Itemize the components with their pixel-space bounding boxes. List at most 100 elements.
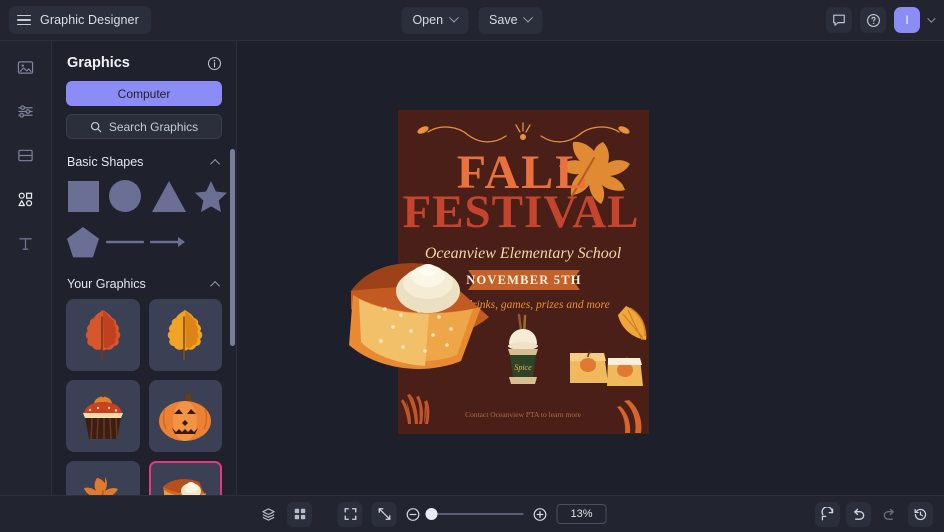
shape-circle[interactable]: [106, 177, 144, 215]
zoom-in-icon: [533, 507, 547, 521]
poster-footer: Contact Oceanview PTA to learn more: [465, 410, 581, 419]
maple-leaf-thumbnail: [83, 477, 118, 495]
search-graphics-label: Search Graphics: [108, 119, 199, 134]
save-menu-button[interactable]: Save: [478, 6, 543, 34]
fit-to-selection-icon: [378, 508, 390, 520]
top-center-menus: Open Save: [401, 6, 543, 34]
tool-rail: [0, 41, 52, 495]
rail-item-text[interactable]: [12, 229, 40, 257]
graphics-panel: Graphics Computer Search Graphics Basic …: [52, 41, 237, 495]
user-avatar[interactable]: I: [894, 7, 920, 33]
help-circle-icon: [866, 13, 880, 27]
shape-line[interactable]: [106, 223, 144, 261]
panel-header: Graphics: [52, 41, 236, 81]
undo-icon: [854, 508, 865, 520]
svg-text:Spice: Spice: [514, 363, 532, 372]
redo-icon: [883, 508, 894, 520]
history-controls: [815, 501, 933, 527]
open-menu-button[interactable]: Open: [401, 6, 469, 34]
image-icon: [17, 60, 34, 74]
undo-button[interactable]: [846, 501, 871, 527]
redo-button[interactable]: [877, 502, 902, 527]
zoom-out-button[interactable]: [406, 507, 421, 522]
pumpkin-cupcake-thumbnail: [82, 391, 123, 440]
dragged-pumpkin-pie-graphic[interactable]: [345, 251, 505, 386]
sliders-icon: [18, 104, 33, 118]
red-oak-leaf-thumbnail: [85, 310, 120, 360]
computer-source-button[interactable]: Computer: [66, 81, 222, 106]
zoom-slider[interactable]: [425, 508, 524, 520]
chevron-down-icon: [523, 12, 533, 23]
panel-scroll-region: Basic Shapes Your Graphics: [52, 151, 236, 495]
graphic-maple-leaf[interactable]: [66, 461, 140, 495]
graphic-gold-oak-leaf[interactable]: [148, 299, 222, 371]
pumpkin-pie-slice-thumbnail: [163, 479, 207, 495]
reset-icon: [821, 506, 834, 520]
top-bar: Graphic Designer Open Save I: [0, 0, 944, 41]
jack-o-lantern-thumbnail: [159, 393, 212, 441]
chevron-up-icon[interactable]: [210, 158, 221, 169]
shape-square[interactable]: [66, 177, 100, 215]
comment-icon: [833, 14, 845, 26]
rail-item-shapes[interactable]: [12, 185, 40, 213]
history-icon: [914, 508, 927, 520]
reset-button[interactable]: [815, 501, 840, 527]
shape-triangle[interactable]: [150, 177, 188, 215]
history-button[interactable]: [908, 501, 933, 527]
help-button[interactable]: [860, 7, 886, 33]
shape-star[interactable]: [194, 177, 228, 215]
save-label: Save: [489, 13, 518, 27]
shape-arrow[interactable]: [150, 223, 188, 261]
chevron-down-icon: [448, 12, 459, 23]
pages-button[interactable]: [287, 501, 312, 527]
pages-grid-icon: [294, 508, 305, 520]
dragged-pie-artwork: [349, 263, 489, 369]
zoom-in-button[interactable]: [533, 507, 548, 522]
info-icon[interactable]: [207, 56, 222, 71]
panel-title: Graphics: [67, 55, 130, 71]
search-graphics-button[interactable]: Search Graphics: [66, 114, 222, 139]
graphic-jack-o-lantern[interactable]: [148, 380, 222, 452]
app-root: Graphic Designer Open Save I Graphics Co…: [0, 0, 944, 532]
document-menu-chip[interactable]: Graphic Designer: [9, 6, 151, 34]
graphic-pumpkin-pie-slice[interactable]: [148, 461, 222, 495]
shapes-icon: [18, 192, 33, 206]
graphic-pumpkin-cupcake[interactable]: [66, 380, 140, 452]
document-title: Graphic Designer: [40, 13, 139, 27]
zoom-level-input[interactable]: 13%: [556, 504, 607, 524]
rail-item-image[interactable]: [12, 53, 40, 81]
layers-button[interactable]: [256, 502, 281, 527]
bottom-bar: 13%: [0, 495, 944, 532]
graphic-red-oak-leaf[interactable]: [66, 299, 140, 371]
top-right-actions: I: [826, 7, 936, 33]
section-your-graphics-title: Your Graphics: [67, 277, 146, 291]
section-your-graphics-header[interactable]: Your Graphics: [52, 273, 236, 299]
poster-title-line2: FESTIVAL: [402, 186, 639, 238]
fit-to-screen-button[interactable]: [337, 501, 363, 527]
avatar-initial: I: [905, 13, 909, 27]
search-icon: [90, 121, 102, 132]
zoom-slider-handle[interactable]: [425, 508, 438, 520]
shape-pentagon[interactable]: [66, 223, 100, 261]
chevron-up-icon[interactable]: [210, 280, 221, 291]
hamburger-icon[interactable]: [17, 14, 31, 26]
open-label: Open: [412, 13, 444, 27]
panel-scrollbar[interactable]: [230, 149, 235, 346]
rail-item-adjust[interactable]: [12, 97, 40, 125]
zoom-out-icon: [406, 507, 420, 521]
app-body: Graphics Computer Search Graphics Basic …: [0, 41, 944, 495]
your-graphics-grid: [52, 299, 236, 495]
layers-icon: [262, 507, 275, 521]
rail-item-layout[interactable]: [12, 141, 40, 169]
zoom-controls: 13%: [337, 501, 607, 527]
canvas-area[interactable]: FALL FESTIVAL Oceanview Elementary Schoo…: [237, 41, 944, 495]
bottom-left-tools: [256, 501, 312, 527]
account-chevron-down-icon[interactable]: [927, 14, 936, 23]
fit-to-screen-icon: [344, 508, 356, 520]
gold-oak-leaf-thumbnail: [168, 310, 203, 360]
section-basic-shapes-title: Basic Shapes: [67, 155, 144, 169]
section-basic-shapes-header[interactable]: Basic Shapes: [52, 151, 236, 177]
basic-shapes-grid: [52, 177, 236, 273]
fit-to-selection-button[interactable]: [371, 501, 397, 527]
comment-button[interactable]: [826, 7, 852, 33]
